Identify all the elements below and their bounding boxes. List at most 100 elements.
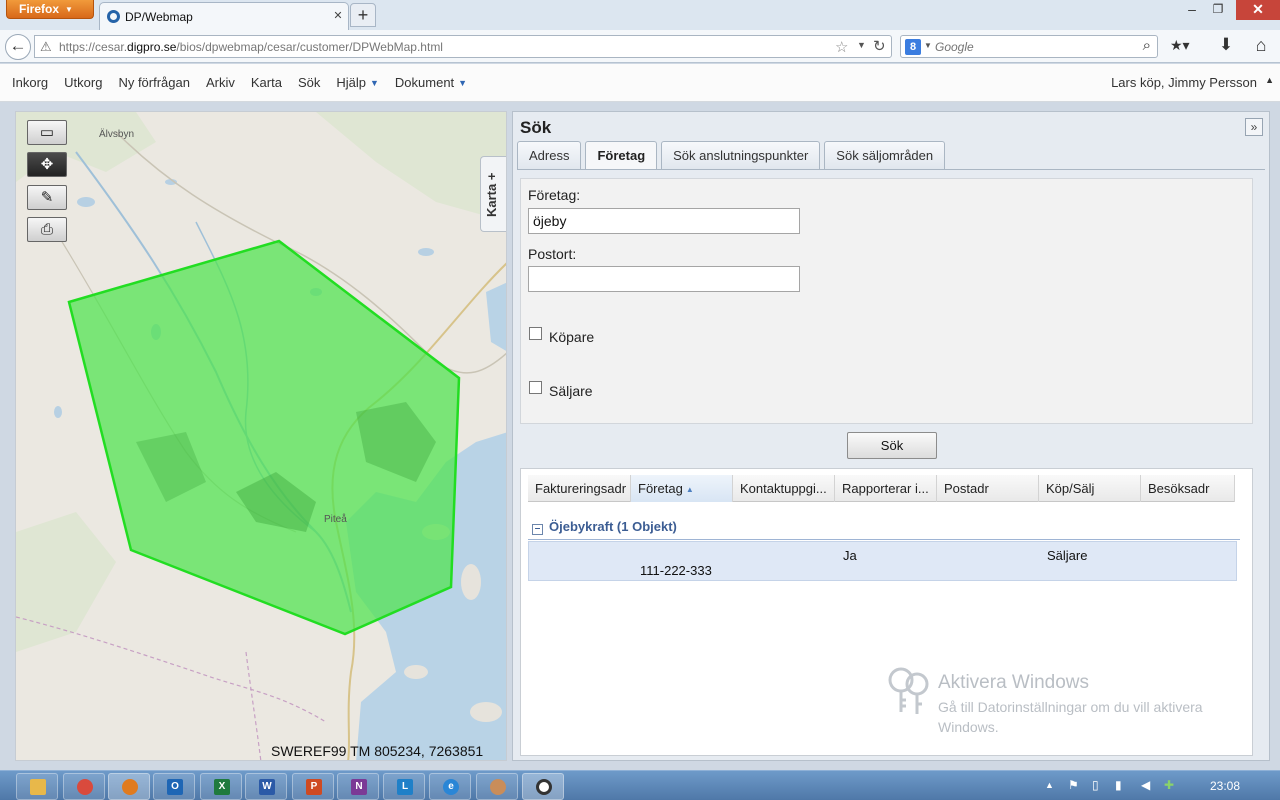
network-signal-icon[interactable]: ▮ [1115,778,1122,792]
home-icon[interactable]: ⌂ [1250,35,1272,57]
sort-ascending-icon: ▲ [685,485,694,494]
column-foretag[interactable]: Företag ▲ [631,475,733,502]
tab-title: DP/Webmap [125,10,193,24]
group-divider [528,539,1240,540]
taskbar-dp-webmap[interactable] [522,773,564,800]
taskbar-word[interactable]: W [245,773,287,800]
taskbar-onenote[interactable]: N [337,773,379,800]
coordinate-readout: SWEREF99 TM 805234, 7263851 [271,743,484,759]
column-rapporterar[interactable]: Rapporterar i... [835,475,937,502]
firefox-icon [122,779,138,795]
menu-item-utkorg[interactable]: Utkorg [56,75,110,90]
column-faktureringsadr[interactable]: Faktureringsadr [528,475,631,502]
postort-input[interactable] [528,266,800,292]
menu-item-arkiv[interactable]: Arkiv [198,75,243,90]
device-icon[interactable]: ▯ [1092,778,1099,792]
firefox-menu-button[interactable]: Firefox ▼ [6,0,94,19]
column-kontaktuppgifter[interactable]: Kontaktuppgi... [733,475,835,502]
taskbar-internet-explorer[interactable]: e [429,773,471,800]
google-icon[interactable]: 8 [905,39,921,55]
tab-adress[interactable]: Adress [517,141,582,169]
rectangle-zoom-icon[interactable]: ▭ [27,120,67,145]
menu-item-karta[interactable]: Karta [243,75,290,90]
search-icon[interactable]: ⌕ [1143,37,1151,54]
taskbar-paint[interactable] [476,773,518,800]
menu-item-inkorg[interactable]: Inkorg [4,75,56,90]
new-tab-button[interactable]: + [350,3,376,27]
user-name[interactable]: Lars köp, Jimmy Persson [1111,75,1257,90]
word-icon: W [259,779,275,795]
download-icon[interactable]: ⬇ [1215,35,1237,57]
column-postadr[interactable]: Postadr [937,475,1039,502]
taskbar-firefox[interactable] [108,773,150,800]
search-button[interactable]: Sök [847,432,937,459]
scroll-up-icon[interactable]: ▲ [1265,75,1274,85]
taskbar-chrome[interactable] [63,773,105,800]
chrome-icon [77,779,93,795]
tab-foretag[interactable]: Företag [585,141,658,170]
print-icon[interactable]: ⎙ [27,217,67,242]
address-bar[interactable]: ⚠ https://cesar.digpro.se/bios/dpwebmap/… [34,35,892,58]
bookmarks-menu-button[interactable]: ★▾ [1170,37,1202,57]
group-row[interactable]: – Öjebykraft (1 Objekt) [532,519,677,535]
back-button[interactable]: ← [5,34,31,60]
dpwebmap-icon [536,779,552,795]
search-bar[interactable]: 8 ▼ ⌕ [900,35,1158,58]
cell-kop-salj: Säljare [1047,548,1088,563]
taskbar-excel[interactable]: X [200,773,242,800]
draw-icon[interactable]: ✎ [27,185,67,210]
buyer-checkbox[interactable] [529,327,542,340]
show-hidden-icons[interactable]: ▲ [1045,780,1054,790]
company-input[interactable] [528,208,800,234]
close-window-button[interactable]: ✕ [1236,0,1280,20]
url-domain: digpro.se [127,40,177,54]
taskbar-outlook[interactable]: O [153,773,195,800]
company-label: Företag: [528,187,581,203]
pan-icon[interactable]: ✥ [27,152,67,177]
url-path: /bios/dpwebmap/cesar/customer/DPWebMap.h… [176,40,443,54]
grid-header: Faktureringsadr Företag ▲ Kontaktuppgi...… [528,475,1235,502]
reload-icon[interactable]: ↻ [873,37,886,55]
system-clock[interactable]: 23:08 [1210,779,1240,793]
powerpoint-icon: P [306,779,322,795]
volume-icon[interactable]: ◀ [1141,778,1150,792]
security-icon[interactable]: ✚ [1164,778,1174,792]
chevron-down-icon[interactable]: ▼ [857,40,866,50]
firefox-menu-label: Firefox [19,2,60,16]
bookmark-star-icon[interactable]: ☆ [835,38,848,56]
close-tab-icon[interactable]: ✕ [331,9,345,23]
app-menu-bar: Inkorg Utkorg Ny förfrågan Arkiv Karta S… [0,64,1280,102]
chevron-down-icon[interactable]: ▼ [924,41,932,50]
menu-item-dokument[interactable]: Dokument ▼ [387,75,475,90]
map-canvas[interactable] [16,112,507,761]
seller-checkbox[interactable] [529,381,542,394]
search-input[interactable] [935,39,1131,55]
lync-icon: L [397,779,413,795]
collapse-panel-icon[interactable]: » [1245,118,1263,136]
column-kop-salj[interactable]: Köp/Sälj [1039,475,1141,502]
tab-sok-saljomraden[interactable]: Sök säljområden [824,141,946,169]
browser-navigation-bar: ← ⚠ https://cesar.digpro.se/bios/dpwebma… [0,30,1280,63]
action-center-flag-icon[interactable]: ⚑ [1068,778,1079,792]
map-label-alvsbyn: Älvsbyn [99,129,135,140]
taskbar-powerpoint[interactable]: P [292,773,334,800]
minimize-window-button[interactable]: – [1180,0,1204,20]
map-panel[interactable]: ▭ ✥ ✎ ⎙ Karta + Älvsbyn Piteå SWEREF99 T… [15,111,507,761]
restore-window-button[interactable]: ❐ [1206,0,1230,20]
table-row[interactable]: Ja Säljare 111-222-333 [528,541,1237,581]
taskbar-explorer[interactable] [16,773,58,800]
menu-item-sok[interactable]: Sök [290,75,328,90]
collapse-group-icon[interactable]: – [532,524,543,535]
tab-sok-anslutningspunkter[interactable]: Sök anslutningspunkter [661,141,821,169]
search-tabs: Adress Företag Sök anslutningspunkter Sö… [517,141,949,170]
warning-icon[interactable]: ⚠ [40,39,52,55]
menu-item-ny-forfragan[interactable]: Ny förfrågan [110,75,198,90]
chevron-down-icon: ▼ [65,5,73,14]
taskbar-lync[interactable]: L [383,773,425,800]
cell-rapporterar: Ja [843,548,857,563]
menu-item-hjalp[interactable]: Hjälp ▼ [328,75,387,90]
excel-icon: X [214,779,230,795]
karta-toggle-tab[interactable]: Karta + [480,156,506,232]
browser-tab[interactable]: DP/Webmap ✕ [99,2,349,30]
column-besoksadr[interactable]: Besöksadr [1141,475,1235,502]
